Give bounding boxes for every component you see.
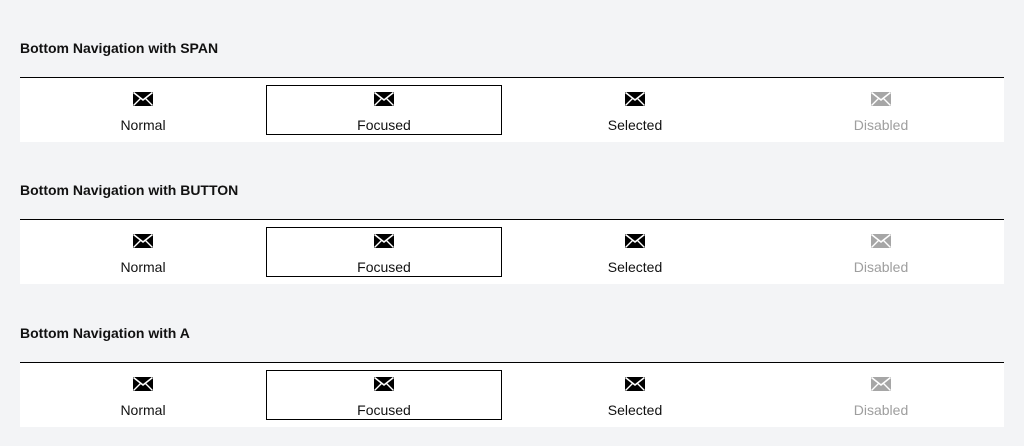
section-title: Bottom Navigation with SPAN (20, 40, 219, 56)
nav-item-focused[interactable]: Focused (266, 85, 502, 135)
mail-icon (625, 233, 645, 248)
mail-icon (133, 233, 153, 248)
nav-item-label: Focused (357, 117, 411, 133)
mail-icon (871, 376, 891, 391)
mail-icon (374, 233, 394, 248)
nav-item-disabled: Disabled (758, 220, 1004, 284)
nav-item-label: Selected (607, 402, 663, 418)
bottom-navigation: Normal Focused Selected Disabled (20, 77, 1004, 142)
section-button: Bottom Navigation with BUTTON Normal Foc… (20, 182, 1004, 284)
section-span: Bottom Navigation with SPAN Normal Focus… (20, 40, 1004, 142)
nav-item-focused[interactable]: Focused (266, 227, 502, 277)
nav-item-focused[interactable]: Focused (266, 370, 502, 420)
nav-item-disabled: Disabled (758, 78, 1004, 142)
mail-icon (374, 91, 394, 106)
mail-icon (374, 376, 394, 391)
nav-item-disabled: Disabled (758, 363, 1004, 427)
section-a: Bottom Navigation with A Normal Focused … (20, 325, 1004, 427)
nav-item-label: Focused (357, 259, 411, 275)
section-title: Bottom Navigation with A (20, 325, 190, 341)
nav-item-label: Selected (607, 259, 663, 275)
nav-item-label: Disabled (853, 259, 909, 275)
nav-item-label: Disabled (853, 402, 909, 418)
nav-item-normal[interactable]: Normal (20, 220, 266, 284)
nav-item-selected[interactable]: Selected (512, 78, 758, 142)
nav-item-label: Normal (120, 402, 166, 418)
nav-item-selected[interactable]: Selected (512, 220, 758, 284)
mail-icon (625, 376, 645, 391)
nav-item-normal[interactable]: Normal (20, 363, 266, 427)
mail-icon (871, 91, 891, 106)
mail-icon (133, 91, 153, 106)
mail-icon (625, 91, 645, 106)
mail-icon (133, 376, 153, 391)
nav-item-label: Focused (357, 402, 411, 418)
nav-item-label: Disabled (853, 117, 909, 133)
nav-item-selected[interactable]: Selected (512, 363, 758, 427)
nav-item-label: Normal (120, 117, 166, 133)
bottom-navigation: Normal Focused Selected Disabled (20, 219, 1004, 284)
nav-item-label: Selected (607, 117, 663, 133)
mail-icon (871, 233, 891, 248)
nav-item-label: Normal (120, 259, 166, 275)
page: Bottom Navigation with SPAN Normal Focus… (0, 0, 1024, 446)
section-title: Bottom Navigation with BUTTON (20, 182, 239, 198)
nav-item-normal[interactable]: Normal (20, 78, 266, 142)
bottom-navigation: Normal Focused Selected Disabled (20, 362, 1004, 427)
